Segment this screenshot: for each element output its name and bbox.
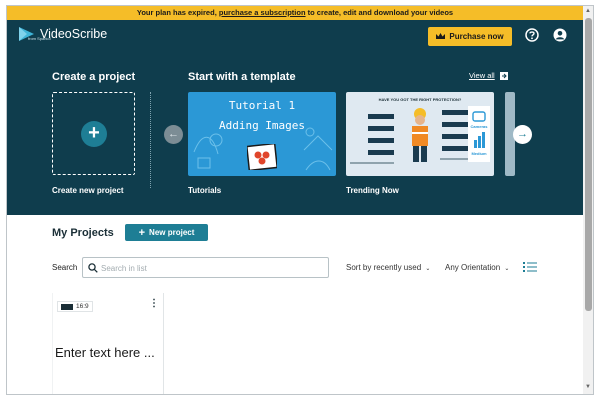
template-tutorial-line2: Adding Images <box>218 119 306 132</box>
new-project-button[interactable]: + New project <box>125 224 208 241</box>
chevron-down-icon: ⌄ <box>504 266 510 272</box>
safety-worker-illustration <box>350 106 490 164</box>
list-view-icon[interactable] <box>523 261 537 273</box>
orientation-label: Any Orientation <box>445 263 501 272</box>
app-window: Your plan has expired, purchase a subscr… <box>6 5 594 395</box>
sort-dropdown[interactable]: Sort by recently used ⌄ <box>346 263 430 272</box>
banner-text-before: Your plan has expired, <box>136 8 219 17</box>
view-all-label: View all <box>469 71 495 80</box>
trending-cam-label: Cameras <box>470 124 488 129</box>
project-title-text: Enter text here ... <box>55 345 155 360</box>
scroll-down-icon[interactable]: ▼ <box>585 384 591 390</box>
plan-expired-banner: Your plan has expired, purchase a subscr… <box>7 6 583 20</box>
search-icon <box>88 263 98 273</box>
external-arrow-icon <box>499 71 508 80</box>
template-title: Start with a template <box>188 71 296 83</box>
new-project-label: New project <box>149 228 195 237</box>
my-projects-title: My Projects <box>52 227 114 239</box>
plus-icon: + <box>138 226 146 239</box>
plus-icon: + <box>81 121 107 147</box>
scrollbar[interactable]: ▲ ▼ <box>583 6 593 394</box>
header-panel: VideoScribe from Sparkol Purchase now Cr… <box>7 20 583 215</box>
scroll-up-icon[interactable]: ▲ <box>585 8 591 14</box>
purchase-now-label: Purchase now <box>449 32 504 41</box>
template-label-trending: Trending Now <box>346 186 399 195</box>
purchase-subscription-link[interactable]: purchase a subscription <box>219 8 306 17</box>
search-box <box>82 257 329 278</box>
template-label-tutorials: Tutorials <box>188 186 222 195</box>
sort-label: Sort by recently used <box>346 263 422 272</box>
view-all-link[interactable]: View all <box>469 71 508 80</box>
carousel-prev-button[interactable]: ← <box>164 125 183 144</box>
purchase-now-button[interactable]: Purchase now <box>428 27 512 46</box>
create-new-project-card[interactable]: + <box>52 92 135 175</box>
help-icon[interactable] <box>525 28 539 42</box>
screen-ratio-icon <box>61 303 73 310</box>
orientation-dropdown[interactable]: Any Orientation ⌄ <box>445 263 509 272</box>
image-frame-icon <box>247 144 277 170</box>
create-new-project-label: Create new project <box>52 186 124 195</box>
template-tutorial-line1: Tutorial 1 <box>228 99 296 112</box>
app-sub: from Sparkol <box>28 36 51 41</box>
template-card-trending[interactable]: HAVE YOU GOT THE RIGHT PROTECTION? Camer… <box>346 92 494 176</box>
project-card[interactable]: 16:9 ⋮ Enter text here ... <box>52 293 164 394</box>
scrollbar-thumb[interactable] <box>585 18 592 311</box>
carousel-next-button[interactable]: → <box>513 125 532 144</box>
aspect-ratio-badge: 16:9 <box>57 301 93 312</box>
crown-icon <box>436 33 446 39</box>
account-icon[interactable] <box>553 28 567 42</box>
search-input[interactable] <box>101 261 321 275</box>
banner-text-after: to create, edit and download your videos <box>305 8 454 17</box>
trending-bar-label: Medium <box>471 151 487 156</box>
more-options-icon[interactable]: ⋮ <box>149 299 159 309</box>
template-card-tutorials[interactable]: Tutorial 1 Adding Images <box>188 92 336 176</box>
aspect-ratio-label: 16:9 <box>76 303 89 310</box>
section-divider <box>150 92 151 188</box>
search-label: Search <box>52 263 78 272</box>
create-project-title: Create a project <box>52 71 136 83</box>
chevron-down-icon: ⌄ <box>425 266 431 272</box>
